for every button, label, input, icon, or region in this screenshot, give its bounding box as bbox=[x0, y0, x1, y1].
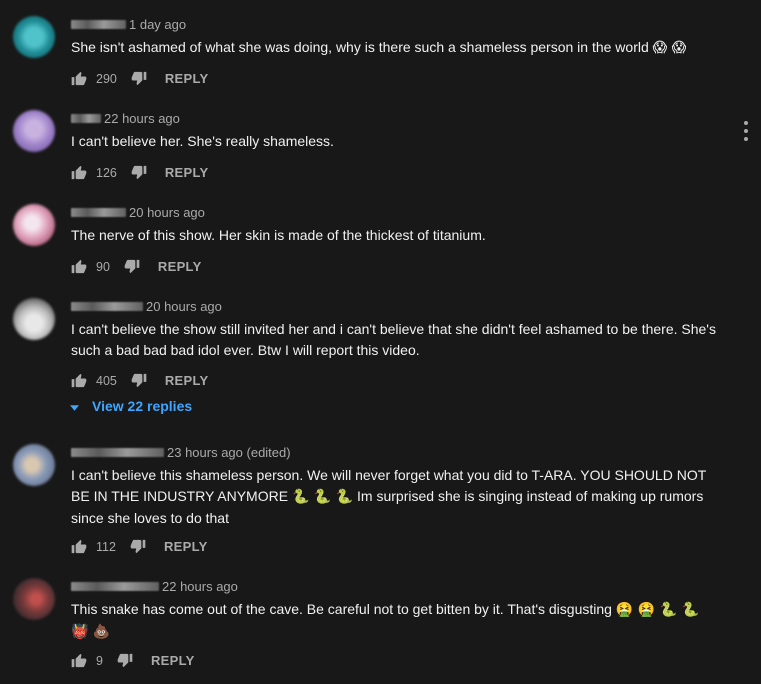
comment-text: The nerve of this show. Her skin is made… bbox=[71, 227, 486, 243]
comment-text: I can't believe this shameless person. W… bbox=[71, 465, 721, 529]
like-count: 290 bbox=[96, 71, 117, 86]
reply-button[interactable]: REPLY bbox=[165, 373, 209, 388]
thumb-down-icon[interactable] bbox=[124, 259, 140, 274]
author-name[interactable] bbox=[71, 114, 101, 123]
comment-actions: 112 REPLY bbox=[71, 539, 208, 554]
emoji-group: 🐍 🐍 🐍 bbox=[291, 489, 354, 505]
comment-meta: 22 hours ago bbox=[71, 579, 238, 594]
comment-actions: 9 REPLY bbox=[71, 653, 195, 668]
thumb-up-icon[interactable] bbox=[71, 165, 87, 180]
comment-actions: 290 REPLY bbox=[71, 71, 209, 86]
avatar[interactable] bbox=[13, 578, 55, 620]
comment-text: She isn't ashamed of what she was doing,… bbox=[71, 37, 721, 59]
like-count: 90 bbox=[96, 259, 110, 274]
more-vert-icon[interactable] bbox=[740, 121, 752, 141]
author-name[interactable] bbox=[71, 448, 164, 457]
author-name[interactable] bbox=[71, 208, 126, 217]
thumb-up-icon[interactable] bbox=[71, 259, 87, 274]
like-count: 405 bbox=[96, 373, 117, 388]
comment-text-body: She isn't ashamed of what she was doing,… bbox=[71, 39, 649, 55]
comment-time[interactable]: 1 day ago bbox=[129, 17, 186, 32]
comment-actions: 126 REPLY bbox=[71, 165, 209, 180]
author-name[interactable] bbox=[71, 582, 159, 591]
caret-down-icon bbox=[70, 398, 79, 414]
comment-meta: 20 hours ago bbox=[71, 299, 222, 314]
comment-text-body: This snake has come out of the cave. Be … bbox=[71, 601, 612, 617]
author-name[interactable] bbox=[71, 20, 126, 29]
view-replies-label: View 22 replies bbox=[92, 398, 193, 414]
comment-meta: 23 hours ago (edited) bbox=[71, 445, 291, 460]
comment-text: I can't believe the show still invited h… bbox=[71, 321, 716, 358]
emoji-group: 👹 💩 bbox=[71, 624, 111, 640]
comment-actions: 405 REPLY bbox=[71, 373, 209, 388]
avatar[interactable] bbox=[13, 298, 55, 340]
comment-time[interactable]: 20 hours ago bbox=[146, 299, 222, 314]
view-replies-button[interactable]: View 22 replies bbox=[70, 398, 192, 414]
comment-time[interactable]: 22 hours ago bbox=[162, 579, 238, 594]
emoji-group: 😱 😱 bbox=[652, 40, 687, 56]
comment-meta: 1 day ago bbox=[71, 17, 186, 32]
thumb-up-icon[interactable] bbox=[71, 71, 87, 86]
comment-meta: 22 hours ago bbox=[71, 111, 180, 126]
comment-time[interactable]: 22 hours ago bbox=[104, 111, 180, 126]
thumb-down-icon[interactable] bbox=[130, 539, 146, 554]
author-name[interactable] bbox=[71, 302, 143, 311]
comment-actions: 90 REPLY bbox=[71, 259, 202, 274]
comment-text: I can't believe her. She's really shamel… bbox=[71, 133, 334, 149]
emoji-group: 🤮 🤮 🐍 🐍 bbox=[615, 602, 699, 618]
comment-text: This snake has come out of the cave. Be … bbox=[71, 599, 721, 643]
thumb-up-icon[interactable] bbox=[71, 373, 87, 388]
comment-time[interactable]: 20 hours ago bbox=[129, 205, 205, 220]
reply-button[interactable]: REPLY bbox=[151, 653, 195, 668]
thumb-up-icon[interactable] bbox=[71, 653, 87, 668]
reply-button[interactable]: REPLY bbox=[165, 165, 209, 180]
thumb-down-icon[interactable] bbox=[131, 373, 147, 388]
reply-button[interactable]: REPLY bbox=[158, 259, 202, 274]
comment-time[interactable]: 23 hours ago (edited) bbox=[167, 445, 291, 460]
avatar[interactable] bbox=[13, 110, 55, 152]
thumb-down-icon[interactable] bbox=[117, 653, 133, 668]
like-count: 112 bbox=[96, 539, 116, 554]
thumb-down-icon[interactable] bbox=[131, 165, 147, 180]
reply-button[interactable]: REPLY bbox=[165, 71, 209, 86]
avatar[interactable] bbox=[13, 204, 55, 246]
avatar[interactable] bbox=[13, 16, 55, 58]
like-count: 126 bbox=[96, 165, 117, 180]
thumb-down-icon[interactable] bbox=[131, 71, 147, 86]
reply-button[interactable]: REPLY bbox=[164, 539, 208, 554]
avatar[interactable] bbox=[13, 444, 55, 486]
thumb-up-icon[interactable] bbox=[71, 539, 87, 554]
comment-meta: 20 hours ago bbox=[71, 205, 205, 220]
like-count: 9 bbox=[96, 653, 103, 668]
